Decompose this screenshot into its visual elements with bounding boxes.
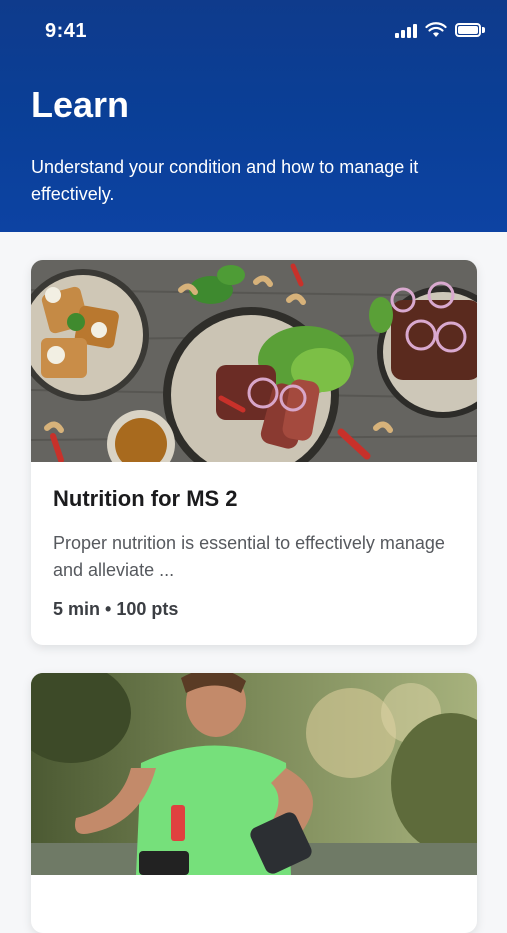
runner-photo [31, 673, 477, 875]
food-photo [31, 260, 477, 462]
wifi-icon [425, 22, 447, 37]
page-title: Learn [31, 84, 130, 125]
card-title: Nutrition for MS 2 [53, 486, 238, 511]
cellular-signal-icon [395, 22, 417, 38]
status-time: 9:41 [45, 20, 88, 42]
status-icons [395, 22, 485, 38]
lesson-card-exercise[interactable] [31, 673, 477, 933]
card-meta: 5 min • 100 pts [53, 599, 179, 619]
card-description: Proper nutrition is essential to effecti… [53, 533, 445, 580]
status-bar: 9:41 [0, 0, 507, 62]
header: 9:41 Learn Understand your condition and… [0, 0, 507, 232]
lesson-card-nutrition[interactable]: Nutrition for MS 2 Proper nutrition is e… [31, 260, 477, 645]
battery-icon [455, 23, 485, 37]
page-subtitle: Understand your condition and how to man… [31, 157, 419, 204]
